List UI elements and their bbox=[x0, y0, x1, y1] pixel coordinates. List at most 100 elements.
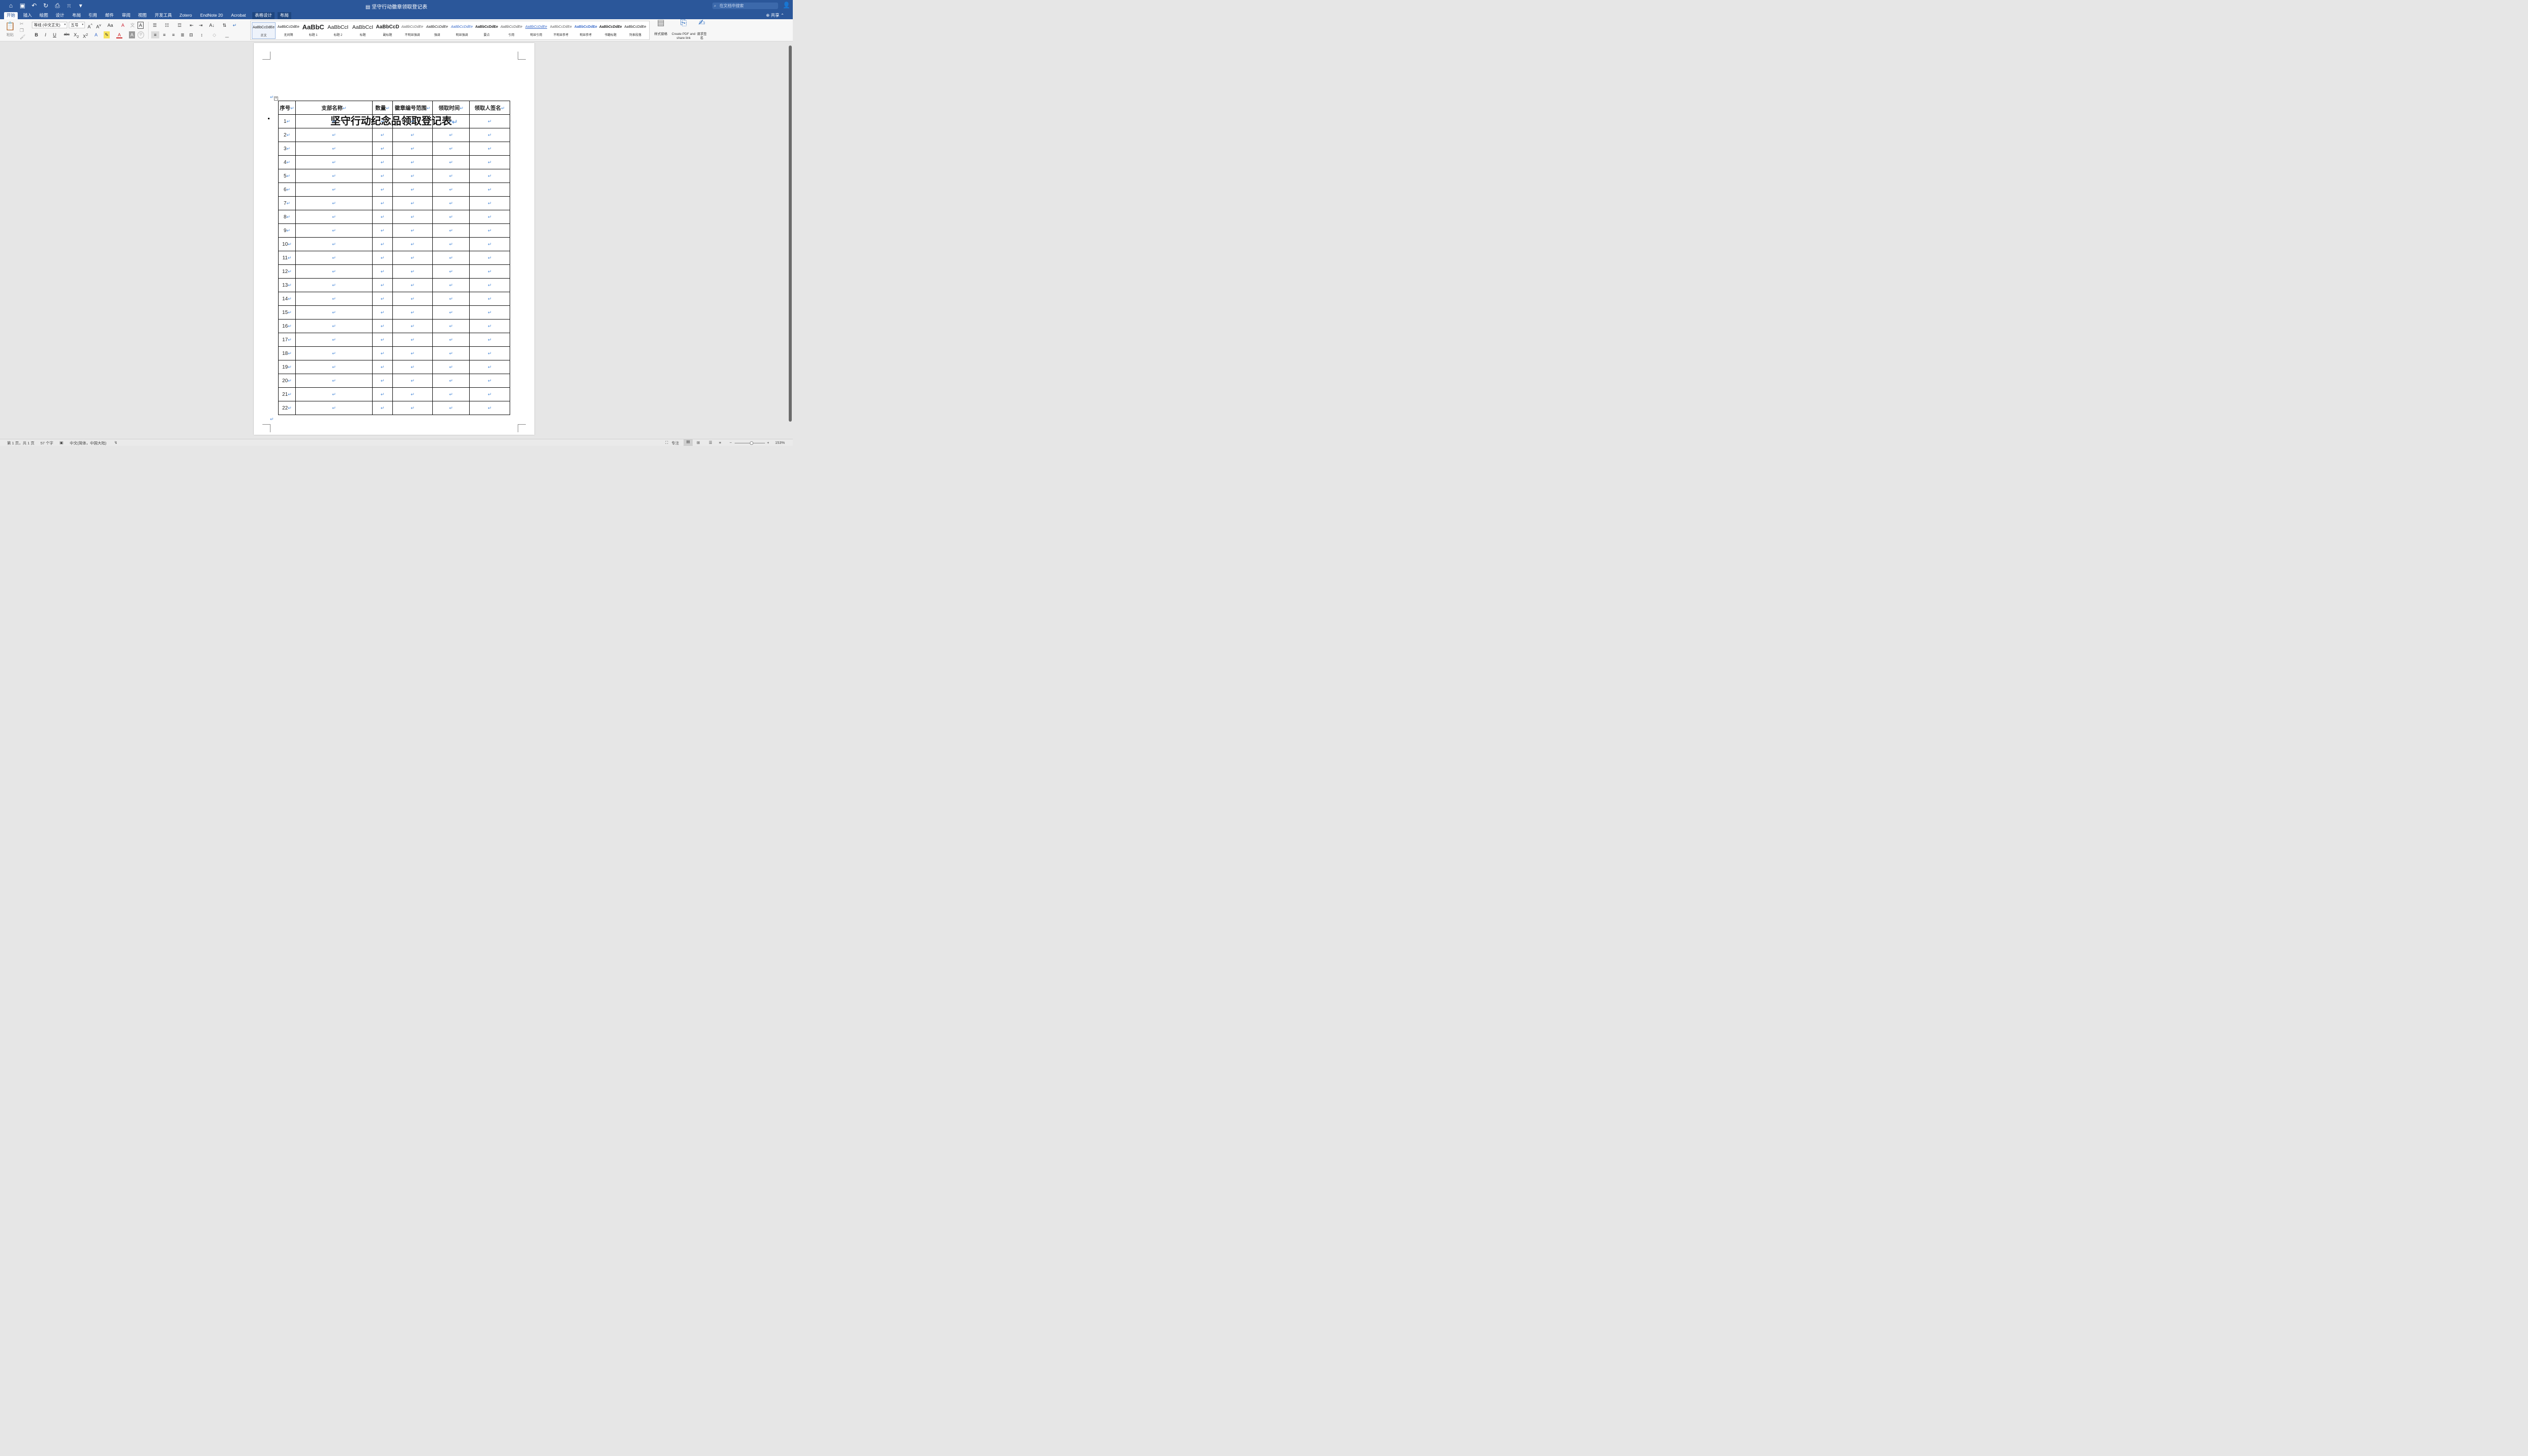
cell-badge-range[interactable]: ↵ bbox=[392, 169, 433, 183]
cell-badge-range[interactable]: ↵ bbox=[392, 155, 433, 169]
align-center-icon[interactable]: ≡ bbox=[161, 31, 168, 38]
style-intense-quote[interactable]: AaBbCcDdEe 明显引用 bbox=[524, 22, 548, 39]
cell-quantity[interactable]: ↵ bbox=[372, 278, 393, 292]
cell-index[interactable]: 10↵ bbox=[278, 237, 296, 251]
cell-branch[interactable]: ↵ bbox=[295, 319, 373, 333]
cell-signature[interactable]: ↵ bbox=[469, 264, 510, 279]
cell-quantity[interactable]: ↵ bbox=[372, 169, 393, 183]
cell-badge-range[interactable]: ↵ bbox=[392, 128, 433, 142]
col-header-index[interactable]: 序号↵ bbox=[278, 101, 296, 115]
cell-time[interactable]: ↵ bbox=[432, 237, 470, 251]
cell-index[interactable]: 13↵ bbox=[278, 278, 296, 292]
style-no-spacing[interactable]: AaBbCcDdEe 无间隔 bbox=[277, 22, 300, 39]
cell-badge-range[interactable]: ↵ bbox=[392, 346, 433, 360]
tab-zotero[interactable]: Zotero bbox=[177, 12, 195, 19]
cell-index[interactable]: 22↵ bbox=[278, 401, 296, 415]
style-title[interactable]: AaBbCcI 标题 bbox=[351, 22, 375, 39]
col-header-signature[interactable]: 领取人签名↵ bbox=[469, 101, 510, 115]
cell-signature[interactable]: ↵ bbox=[469, 155, 510, 169]
style-list-paragraph[interactable]: AaBbCcDdEe 列表段落 bbox=[623, 22, 647, 39]
align-right-icon[interactable]: ≡ bbox=[170, 31, 177, 38]
decrease-indent-icon[interactable]: ⇤ bbox=[188, 22, 195, 29]
cell-index[interactable]: 12↵ bbox=[278, 264, 296, 279]
clear-format-icon[interactable]: A bbox=[119, 22, 126, 29]
create-pdf-button[interactable]: ⎘ Create PDF and share link bbox=[671, 19, 696, 40]
document-page[interactable]: 坚守行动纪念品领取登记表↵ ↵ + 序号↵ 支部名称↵ 数量↵ 徽章编号范围↵ … bbox=[254, 43, 534, 435]
cell-branch[interactable]: ↵ bbox=[295, 346, 373, 360]
tab-developer[interactable]: 开发工具 bbox=[152, 12, 174, 19]
draft-icon[interactable]: ≡ bbox=[719, 440, 721, 445]
font-size-select[interactable]: 五号 ▾ bbox=[69, 22, 85, 28]
cell-quantity[interactable]: ↵ bbox=[372, 360, 393, 374]
increase-indent-icon[interactable]: ⇥ bbox=[197, 22, 204, 29]
cell-index[interactable]: 20↵ bbox=[278, 374, 296, 388]
show-marks-icon[interactable]: ↵ bbox=[231, 22, 238, 29]
cell-badge-range[interactable]: ↵ bbox=[392, 374, 433, 388]
cell-branch[interactable]: ↵ bbox=[295, 292, 373, 306]
style-subtitle[interactable]: AaBbCcD 副标题 bbox=[376, 22, 399, 39]
italic-icon[interactable]: I bbox=[42, 31, 49, 38]
cell-branch[interactable]: ↵ bbox=[295, 264, 373, 279]
cell-badge-range[interactable]: ↵ bbox=[392, 387, 433, 401]
cell-quantity[interactable]: ↵ bbox=[372, 374, 393, 388]
cell-quantity[interactable]: ↵ bbox=[372, 128, 393, 142]
style-emphasis[interactable]: AaBbCcDdEe 强调 bbox=[425, 22, 449, 39]
style-normal[interactable]: AaBbCcDdEe 正文 bbox=[252, 22, 276, 39]
cell-time[interactable]: ↵ bbox=[432, 183, 470, 197]
cell-signature[interactable]: ↵ bbox=[469, 360, 510, 374]
cell-quantity[interactable]: ↵ bbox=[372, 292, 393, 306]
cell-signature[interactable]: ↵ bbox=[469, 278, 510, 292]
col-header-branch[interactable]: 支部名称↵ bbox=[295, 101, 373, 115]
bullets-icon[interactable]: ☰ bbox=[151, 22, 158, 29]
zoom-slider-handle[interactable] bbox=[750, 441, 753, 445]
cell-index[interactable]: 9↵ bbox=[278, 223, 296, 238]
collapse-ribbon-icon[interactable]: ⌃ bbox=[781, 13, 784, 18]
cell-badge-range[interactable]: ↵ bbox=[392, 114, 433, 128]
cell-signature[interactable]: ↵ bbox=[469, 346, 510, 360]
cell-index[interactable]: 4↵ bbox=[278, 155, 296, 169]
account-icon[interactable]: 👤 bbox=[783, 2, 790, 9]
cell-badge-range[interactable]: ↵ bbox=[392, 251, 433, 265]
underline-icon[interactable]: U bbox=[52, 31, 58, 38]
subscript-icon[interactable]: X2 bbox=[73, 31, 80, 39]
strikethrough-icon[interactable]: abc bbox=[63, 31, 71, 38]
cell-time[interactable]: ↵ bbox=[432, 374, 470, 388]
cell-signature[interactable]: ↵ bbox=[469, 251, 510, 265]
cell-badge-range[interactable]: ↵ bbox=[392, 196, 433, 210]
cell-badge-range[interactable]: ↵ bbox=[392, 237, 433, 251]
cell-time[interactable]: ↵ bbox=[432, 278, 470, 292]
bold-icon[interactable]: B bbox=[33, 31, 39, 38]
proofing-icon[interactable]: ▣ bbox=[60, 440, 63, 445]
cell-branch[interactable]: ↵ bbox=[295, 128, 373, 142]
justify-icon[interactable]: ≣ bbox=[179, 31, 186, 38]
cell-quantity[interactable]: ↵ bbox=[372, 114, 393, 128]
cell-signature[interactable]: ↵ bbox=[469, 333, 510, 347]
vertical-scrollbar[interactable] bbox=[789, 46, 792, 422]
tab-view[interactable]: 视图 bbox=[136, 12, 149, 19]
text-effects-icon[interactable]: A bbox=[93, 31, 99, 38]
language-indicator[interactable]: 中文(简体，中国大陆) bbox=[70, 440, 107, 446]
cell-signature[interactable]: ↵ bbox=[469, 374, 510, 388]
cell-index[interactable]: 16↵ bbox=[278, 319, 296, 333]
cell-branch[interactable]: ↵ bbox=[295, 210, 373, 224]
cell-signature[interactable]: ↵ bbox=[469, 169, 510, 183]
cell-badge-range[interactable]: ↵ bbox=[392, 278, 433, 292]
cell-quantity[interactable]: ↵ bbox=[372, 223, 393, 238]
cell-signature[interactable]: ↵ bbox=[469, 183, 510, 197]
char-shading-icon[interactable]: A bbox=[129, 31, 135, 38]
cell-branch[interactable]: ↵ bbox=[295, 251, 373, 265]
font-color-icon[interactable]: A bbox=[116, 31, 122, 38]
cell-time[interactable]: ↵ bbox=[432, 346, 470, 360]
cell-badge-range[interactable]: ↵ bbox=[392, 183, 433, 197]
cell-time[interactable]: ↵ bbox=[432, 305, 470, 320]
cell-quantity[interactable]: ↵ bbox=[372, 237, 393, 251]
numbering-icon[interactable]: ☷ bbox=[163, 22, 170, 29]
cell-index[interactable]: 6↵ bbox=[278, 183, 296, 197]
cell-badge-range[interactable]: ↵ bbox=[392, 319, 433, 333]
table-move-handle-icon[interactable]: + bbox=[274, 97, 278, 101]
paste-button[interactable]: 📋 粘贴 bbox=[4, 21, 16, 37]
cell-time[interactable]: ↵ bbox=[432, 251, 470, 265]
tab-design[interactable]: 设计 bbox=[53, 12, 67, 19]
cell-quantity[interactable]: ↵ bbox=[372, 333, 393, 347]
cell-index[interactable]: 18↵ bbox=[278, 346, 296, 360]
